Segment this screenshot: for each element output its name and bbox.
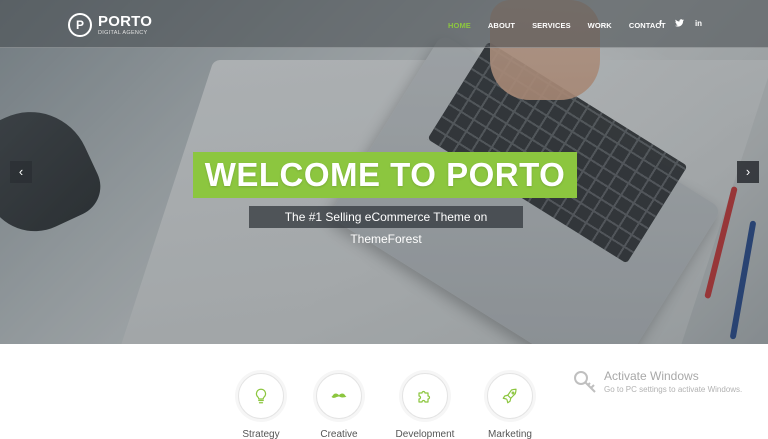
top-navbar: P PORTO DIGITAL AGENCY HOME ABOUT SERVIC… — [0, 0, 768, 48]
mustache-icon — [331, 393, 347, 398]
brand-tagline: DIGITAL AGENCY — [98, 29, 148, 36]
nav-item-home[interactable]: HOME — [448, 21, 471, 30]
service-development[interactable]: Development — [395, 373, 455, 439]
service-marketing[interactable]: Marketing — [480, 373, 540, 439]
nav-item-services[interactable]: SERVICES — [532, 21, 571, 30]
service-label: Creative — [320, 429, 358, 439]
hero-slider: ‹ › WELCOME TO PORTO The #1 Selling eCom… — [0, 0, 768, 344]
watermark-title: Activate Windows — [604, 369, 699, 383]
logo-text: PORTO DIGITAL AGENCY — [98, 14, 152, 37]
puzzle-icon — [418, 390, 431, 403]
service-icon-circle — [238, 373, 284, 419]
hero-title: WELCOME TO PORTO — [193, 152, 577, 198]
service-label: Development — [395, 429, 455, 439]
hero-subtitle: The #1 Selling eCommerce Theme on ThemeF… — [249, 206, 523, 246]
service-strategy[interactable]: Strategy — [231, 373, 291, 439]
rocket-icon — [502, 388, 517, 404]
chevron-right-icon: › — [745, 164, 751, 179]
service-icon-circle — [316, 373, 362, 419]
facebook-icon[interactable]: f — [651, 19, 670, 29]
service-label: Marketing — [488, 429, 532, 439]
lightbulb-icon — [255, 388, 267, 404]
logo-mark-letter: P — [75, 18, 84, 32]
watermark-text: Activate Windows Go to PC settings to ac… — [604, 369, 742, 395]
logo-icon: P — [68, 13, 92, 37]
twitter-icon[interactable] — [670, 19, 689, 29]
brand-logo[interactable]: P PORTO DIGITAL AGENCY — [68, 13, 152, 37]
nav-item-work[interactable]: WORK — [588, 21, 612, 30]
brand-name: PORTO — [98, 12, 153, 30]
chevron-left-icon: ‹ — [18, 164, 24, 179]
linkedin-icon[interactable]: in — [689, 19, 708, 29]
service-label: Strategy — [242, 429, 280, 439]
key-icon — [574, 371, 596, 393]
service-icon-circle — [487, 373, 533, 419]
windows-activation-watermark: Activate Windows Go to PC settings to ac… — [572, 369, 742, 395]
slider-prev-button[interactable]: ‹ — [10, 161, 32, 183]
main-menu: HOME ABOUT SERVICES WORK CONTACT — [448, 21, 683, 30]
watermark-subtitle: Go to PC settings to activate Windows. — [604, 385, 743, 394]
social-links: f in — [651, 19, 708, 29]
service-icon-circle — [402, 373, 448, 419]
slider-next-button[interactable]: › — [737, 161, 759, 183]
service-creative[interactable]: Creative — [309, 373, 369, 439]
nav-item-about[interactable]: ABOUT — [488, 21, 515, 30]
